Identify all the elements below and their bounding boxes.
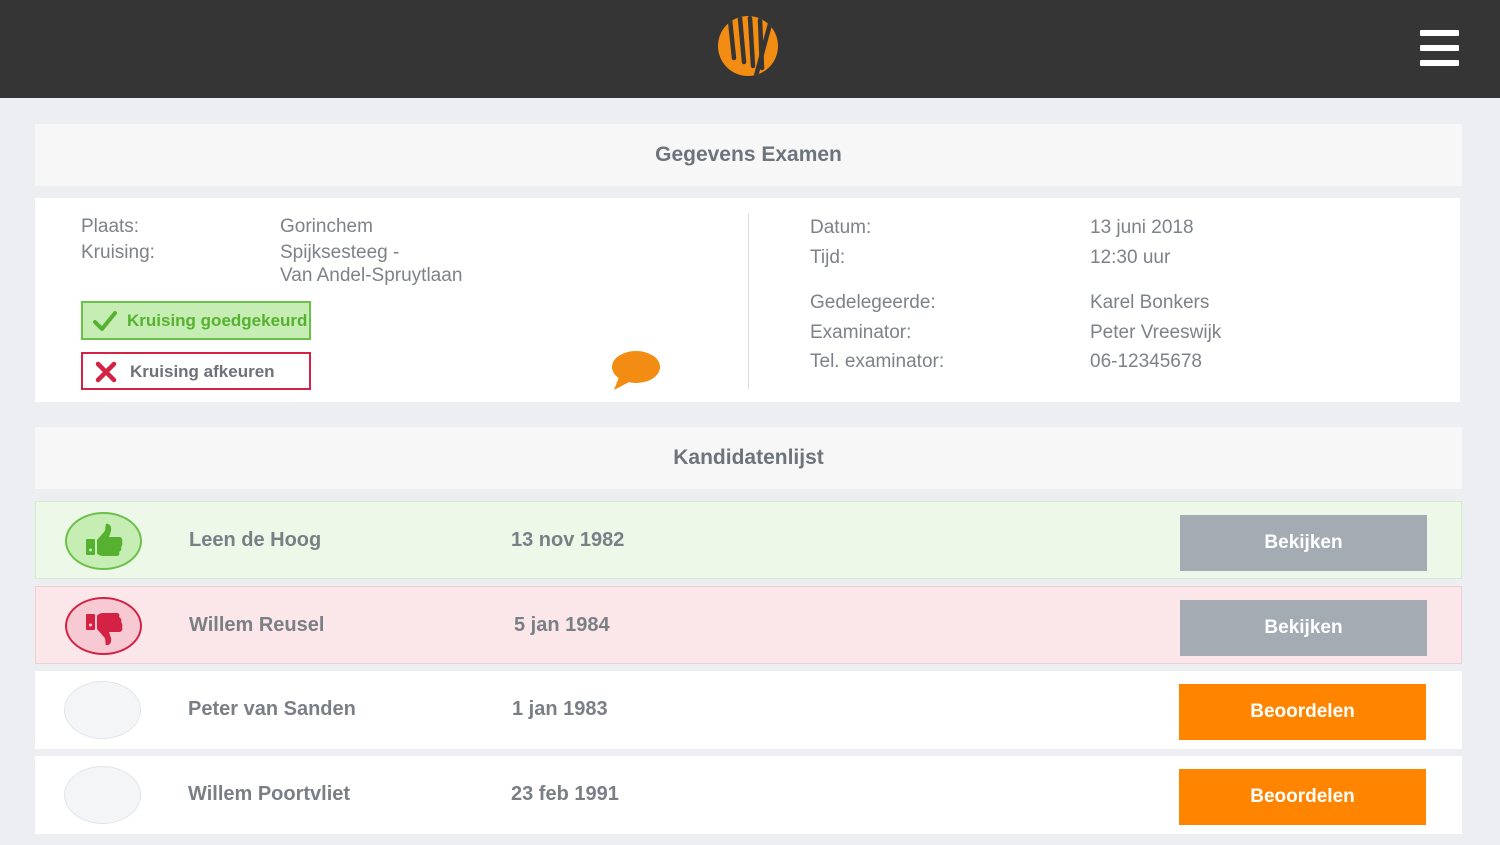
gedelegeerde-label: Gedelegeerde: xyxy=(810,292,936,313)
candidate-status xyxy=(65,597,142,655)
candidate-name: Willem Poortvliet xyxy=(188,783,351,805)
candidate-row: Willem Poortvliet 23 feb 1991 Beoordelen xyxy=(35,756,1462,834)
chat-bubble-icon[interactable] xyxy=(611,350,661,392)
stripes-logo-icon[interactable] xyxy=(716,14,780,78)
plaats-label: Plaats: xyxy=(81,216,140,237)
kruising-value-line1: Spijksesteeg - xyxy=(280,242,400,263)
candidate-row: Peter van Sanden 1 jan 1983 Beoordelen xyxy=(35,671,1462,749)
datum-label: Datum: xyxy=(810,217,872,238)
hamburger-menu-icon[interactable] xyxy=(1420,30,1460,66)
candidate-name: Peter van Sanden xyxy=(188,698,356,720)
tel-examinator-label: Tel. examinator: xyxy=(810,351,945,372)
thumbs-down-icon xyxy=(86,613,123,646)
approve-crossing-label: Kruising goedgekeurd xyxy=(127,311,308,330)
tijd-label: Tijd: xyxy=(810,247,846,268)
gedelegeerde-value: Karel Bonkers xyxy=(1090,292,1210,313)
approve-crossing-button[interactable]: Kruising goedgekeurd xyxy=(81,301,311,340)
assess-button[interactable]: Beoordelen xyxy=(1179,769,1426,825)
examinator-label: Examinator: xyxy=(810,322,912,343)
tijd-value: 12:30 uur xyxy=(1090,247,1171,268)
reject-crossing-button[interactable]: Kruising afkeuren xyxy=(81,352,311,390)
candidate-birthdate: 13 nov 1982 xyxy=(511,529,625,551)
tel-examinator-value: 06-12345678 xyxy=(1090,351,1202,372)
candidate-row: Willem Reusel 5 jan 1984 Bekijken xyxy=(35,586,1462,664)
checkmark-icon xyxy=(93,311,117,331)
datum-value: 13 juni 2018 xyxy=(1090,217,1194,238)
reject-crossing-label: Kruising afkeuren xyxy=(130,362,275,381)
candidate-name: Leen de Hoog xyxy=(189,529,322,551)
view-button[interactable]: Bekijken xyxy=(1180,600,1427,656)
plaats-value: Gorinchem xyxy=(280,216,373,237)
assess-button[interactable]: Beoordelen xyxy=(1179,684,1426,740)
candidate-birthdate: 5 jan 1984 xyxy=(514,614,610,636)
candidate-row: Leen de Hoog 13 nov 1982 Bekijken xyxy=(35,501,1462,579)
kruising-value-line2: Van Andel-Spruytlaan xyxy=(280,265,463,286)
candidate-status xyxy=(65,512,142,570)
examinator-value: Peter Vreeswijk xyxy=(1090,322,1222,343)
thumbs-up-icon xyxy=(86,523,123,556)
kruising-label: Kruising: xyxy=(81,242,155,263)
candidate-status xyxy=(64,766,141,824)
candidate-list-title: Kandidatenlijst xyxy=(35,427,1462,489)
vertical-divider xyxy=(748,213,749,389)
candidate-name: Willem Reusel xyxy=(189,614,325,636)
view-button[interactable]: Bekijken xyxy=(1180,515,1427,571)
exam-details-title: Gegevens Examen xyxy=(35,124,1462,186)
cross-icon xyxy=(95,361,117,383)
candidate-status xyxy=(64,681,141,739)
candidate-birthdate: 1 jan 1983 xyxy=(512,698,608,720)
exam-details-panel: Plaats: Gorinchem Kruising: Spijksesteeg… xyxy=(35,198,1460,402)
candidate-birthdate: 23 feb 1991 xyxy=(511,783,619,805)
top-bar xyxy=(0,0,1500,98)
